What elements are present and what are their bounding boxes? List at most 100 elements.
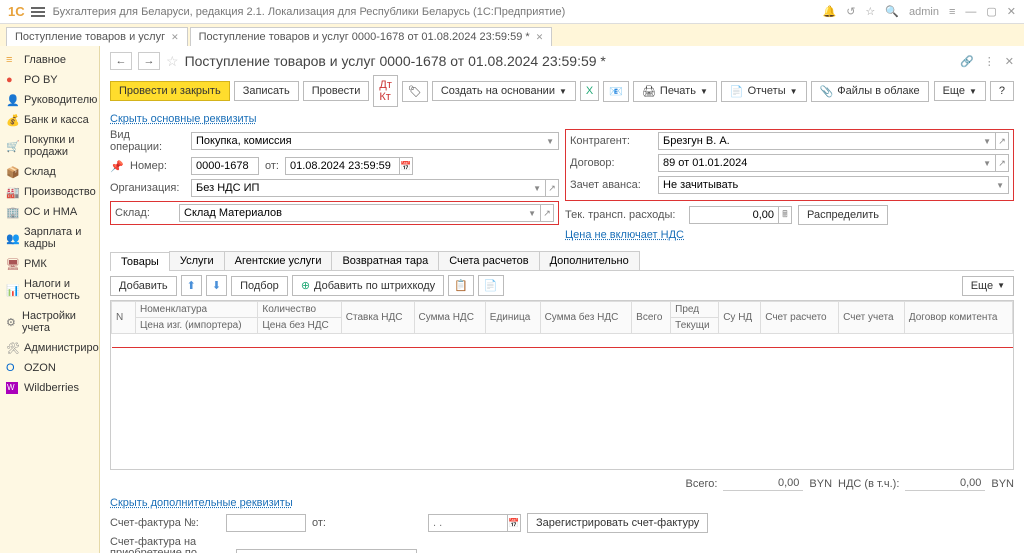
org-select[interactable]: Без НДС ИП▼ [191,179,546,197]
tab-agent[interactable]: Агентские услуги [224,251,333,270]
hide-extra-link[interactable]: Скрыть дополнительные реквизиты [110,497,293,509]
sidebar-item-rmk[interactable]: 🖥РМК [0,254,99,274]
sidebar-item-ozon[interactable]: ОOZON [0,358,99,378]
tab-return[interactable]: Возвратная тара [331,251,439,270]
goods-grid[interactable]: N Номенклатура Количество Ставка НДС Сум… [110,300,1014,470]
sf-num-field[interactable] [226,514,306,532]
sidebar-item-salary[interactable]: 👥Зарплата и кадры [0,222,99,254]
select-button[interactable]: Подбор [231,276,288,296]
paste-icon[interactable]: 📄 [478,275,504,296]
distribute-button[interactable]: Распределить [798,205,888,225]
menu-icon[interactable] [31,11,45,13]
help-button[interactable]: ? [990,81,1014,101]
number-field[interactable] [191,157,259,175]
op-type-label: Вид операции: [110,129,185,153]
nav-fwd-button[interactable]: → [138,52,160,70]
close-icon[interactable]: ✕ [1007,5,1016,18]
structure-icon[interactable]: 🏷 [402,81,428,102]
dt-kt-icon[interactable]: ДтКт [373,75,398,107]
sidebar-item-settings[interactable]: ⚙Настройки учета [0,306,99,338]
vat-label: НДС (в т.ч.): [838,478,899,490]
warehouse-select[interactable]: Склад Материалов▼ [179,204,541,222]
create-on-button[interactable]: Создать на основании ▼ [432,81,576,101]
copy-icon[interactable]: 📋 [448,275,474,296]
document-tabs: Поступление товаров и услуг✕ Поступление… [0,24,1024,46]
print-button[interactable]: 🖨 Печать ▼ [633,81,717,102]
barcode-button[interactable]: ⊕ Добавить по штрихкоду [292,275,444,296]
minimize-icon[interactable]: — [965,6,976,18]
app-logo: 1C [8,4,25,19]
sidebar-item-production[interactable]: 🏭Производство [0,182,99,202]
post-and-close-button[interactable]: Провести и закрыть [110,81,230,101]
contract-select[interactable]: 89 от 01.01.2024▼ [658,154,996,172]
tab-document[interactable]: Поступление товаров и услуг 0000-1678 от… [190,27,553,46]
advance-select[interactable]: Не зачитывать▼ [658,176,1009,194]
op-type-select[interactable]: Покупка, комиссия▼ [191,132,559,150]
tab-accounts[interactable]: Счета расчетов [438,251,539,270]
excel-icon[interactable]: X [580,81,599,101]
up-icon[interactable]: ⬆ [181,275,202,296]
total-label: Всего: [686,478,718,490]
sidebar-item-tax[interactable]: 📊Налоги и отчетность [0,274,99,306]
sidebar-item-admin[interactable]: 🛠Администрирование [0,338,99,358]
link-icon[interactable]: 🔗 [960,55,974,68]
sf-date-field[interactable] [428,514,508,532]
open-icon[interactable]: ↗ [540,204,554,222]
post-button[interactable]: Провести [303,81,370,101]
open-icon[interactable]: ↗ [995,132,1009,150]
register-sf2-button[interactable]: Зарегистрировать счет-фактуру [236,549,417,553]
restore-icon[interactable]: ▢ [986,5,996,18]
star-icon[interactable]: ☆ [865,5,875,18]
history-icon[interactable]: ↺ [846,5,855,18]
write-button[interactable]: Записать [234,81,299,101]
contractor-select[interactable]: Брезгун В. А.▼ [658,132,996,150]
grid-more-button[interactable]: Еще ▼ [962,276,1014,296]
vat-value: 0,00 [905,476,985,491]
sidebar-item-bank[interactable]: 💰Банк и касса [0,110,99,130]
register-sf-button[interactable]: Зарегистрировать счет-фактуру [527,513,708,533]
calc-icon[interactable]: 🖩 [778,206,792,224]
sidebar-item-main[interactable]: ≡Главное [0,50,99,70]
open-icon[interactable]: ↗ [995,154,1009,172]
table-row[interactable] [112,334,1013,348]
date-field[interactable] [285,157,400,175]
close-icon[interactable]: ✕ [536,32,544,43]
nav-back-button[interactable]: ← [110,52,132,70]
bell-icon[interactable]: 🔔 [822,5,836,18]
settings-icon[interactable]: ≡ [949,6,955,18]
search-icon[interactable]: 🔍 [885,5,899,18]
pin-icon[interactable]: 📌 [110,160,124,173]
favorite-icon[interactable]: ☆ [166,53,179,70]
hide-main-link[interactable]: Скрыть основные реквизиты [110,113,257,125]
open-icon[interactable]: ↗ [545,179,559,197]
transp-field[interactable] [689,206,779,224]
org-label: Организация: [110,182,185,194]
reports-button[interactable]: 📄 Отчеты ▼ [721,81,807,102]
close-icon[interactable]: ✕ [1005,55,1014,68]
tab-services[interactable]: Услуги [169,251,225,270]
more-button[interactable]: Еще ▼ [934,81,986,101]
sidebar-item-assets[interactable]: 🏢ОС и НМА [0,202,99,222]
add-button[interactable]: Добавить [110,276,177,296]
tab-goods[interactable]: Товары [110,252,170,271]
sidebar-item-wb[interactable]: WWildberries [0,378,99,398]
currency: BYN [991,478,1014,490]
user-name[interactable]: admin [909,6,939,18]
calendar-icon[interactable]: 📅 [399,157,413,175]
tab-list[interactable]: Поступление товаров и услуг✕ [6,27,188,46]
price-no-vat-link[interactable]: Цена не включает НДС [565,229,684,241]
sf-num-label: Счет-фактура №: [110,517,220,529]
warehouse-label: Склад: [115,207,173,219]
cloud-files-button[interactable]: 📎 Файлы в облаке [811,81,929,102]
calendar-icon[interactable]: 📅 [507,514,521,532]
contractor-label: Контрагент: [570,135,652,147]
menu-icon[interactable]: ⋮ [984,55,995,68]
down-icon[interactable]: ⬇ [206,275,227,296]
tab-extra[interactable]: Дополнительно [539,251,640,270]
sidebar-item-manager[interactable]: 👤Руководителю [0,90,99,110]
sidebar-item-warehouse[interactable]: 📦Склад [0,162,99,182]
edi-icon[interactable]: 📧 [603,81,629,102]
sidebar-item-trade[interactable]: 🛒Покупки и продажи [0,130,99,162]
sidebar-item-poby[interactable]: ●PO BY [0,70,99,90]
close-icon[interactable]: ✕ [171,32,179,43]
